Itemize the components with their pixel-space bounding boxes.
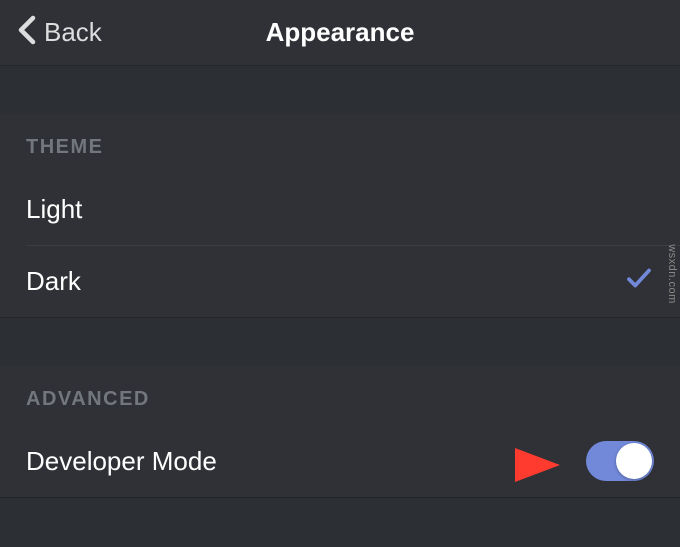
watermark: wsxdn.com xyxy=(666,244,678,304)
developer-mode-row[interactable]: Developer Mode xyxy=(0,425,680,497)
developer-mode-toggle[interactable] xyxy=(586,441,654,481)
back-label: Back xyxy=(44,17,102,48)
header-bar: Back Appearance xyxy=(0,0,680,66)
toggle-knob xyxy=(616,443,652,479)
check-icon xyxy=(624,263,654,300)
section-spacer xyxy=(0,318,680,366)
theme-option-label: Dark xyxy=(26,266,81,297)
theme-option-light[interactable]: Light xyxy=(0,173,680,245)
page-title: Appearance xyxy=(266,17,415,48)
theme-option-dark[interactable]: Dark xyxy=(0,245,680,317)
chevron-left-icon xyxy=(18,15,44,50)
theme-option-label: Light xyxy=(26,194,82,225)
advanced-section-header: ADVANCED xyxy=(0,366,680,425)
divider xyxy=(0,497,680,498)
theme-section-header: THEME xyxy=(0,114,680,173)
developer-mode-label: Developer Mode xyxy=(26,446,217,477)
back-button[interactable]: Back xyxy=(0,15,102,50)
section-spacer xyxy=(0,66,680,114)
